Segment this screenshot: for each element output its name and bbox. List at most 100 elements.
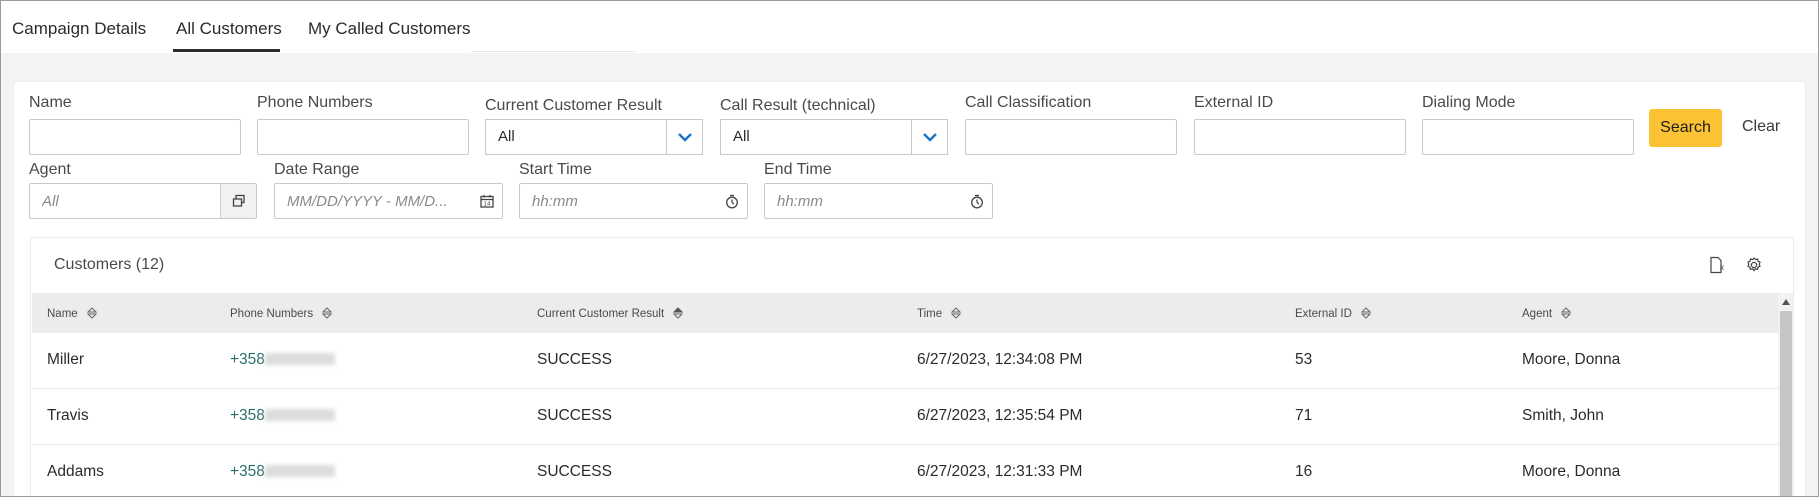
clear-button[interactable]: Clear (1742, 118, 1780, 136)
current-customer-result-select[interactable]: All (485, 119, 703, 155)
clock-icon[interactable] (725, 194, 739, 209)
name-input[interactable] (29, 119, 241, 155)
cell-name: Travis (47, 407, 89, 424)
column-header-label: Current Customer Result (537, 308, 665, 320)
calendar-icon[interactable]: 14 (480, 194, 494, 208)
table-row[interactable]: Travis +358 SUCCESS 6/27/2023, 12:35:54 … (32, 389, 1778, 445)
chevron-down-icon (923, 133, 937, 142)
tab-bar: Campaign Details All Customers My Called… (1, 1, 1818, 53)
dropdown-toggle[interactable] (666, 120, 702, 154)
cell-name: Miller (47, 351, 85, 368)
dialing-mode-label: Dialing Mode (1422, 94, 1516, 111)
column-header-phone-numbers[interactable]: Phone Numbers (230, 307, 333, 320)
dropdown-toggle[interactable] (911, 120, 947, 154)
cell-external-id: 16 (1295, 463, 1313, 480)
column-header-label: Phone Numbers (230, 308, 314, 320)
call-classification-input[interactable] (965, 119, 1177, 155)
cell-time: 6/27/2023, 12:31:33 PM (917, 463, 1083, 480)
column-header-name[interactable]: Name (47, 307, 97, 320)
phone-prefix: +358 (230, 463, 265, 480)
call-result-value: All (733, 128, 750, 145)
start-time-placeholder: hh:mm (532, 193, 578, 210)
table-row[interactable]: Addams +358 SUCCESS 6/27/2023, 12:31:33 … (32, 445, 1778, 496)
redacted-number (264, 353, 335, 365)
redacted-number (264, 409, 335, 421)
app-frame: Campaign Details All Customers My Called… (0, 0, 1819, 497)
cell-result: SUCCESS (537, 407, 612, 424)
export-excel-icon[interactable]: x (1708, 256, 1726, 274)
name-label: Name (29, 94, 72, 111)
gear-icon[interactable] (1745, 256, 1763, 274)
call-result-select[interactable]: All (720, 119, 948, 155)
cell-agent: Smith, John (1522, 407, 1604, 424)
cell-phone[interactable]: +358 (230, 463, 335, 481)
sort-icon (1361, 307, 1372, 319)
agent-picker-button[interactable] (220, 184, 256, 218)
chevron-down-icon (678, 133, 692, 142)
column-header-label: Name (47, 308, 78, 320)
external-id-label: External ID (1194, 94, 1274, 111)
table-row[interactable]: Miller +358 SUCCESS 6/27/2023, 12:34:08 … (32, 333, 1778, 389)
agent-label: Agent (29, 161, 71, 178)
call-result-label: Call Result (technical) (720, 97, 876, 114)
sort-icon (322, 307, 333, 319)
date-range-placeholder: MM/DD/YYYY - MM/D... (287, 193, 448, 210)
scrollbar-thumb[interactable] (1780, 311, 1792, 496)
end-time-placeholder: hh:mm (777, 193, 823, 210)
agent-input[interactable]: All (29, 183, 257, 219)
cell-external-id: 71 (1295, 407, 1313, 424)
sort-icon (86, 307, 97, 319)
column-header-time[interactable]: Time (917, 307, 962, 320)
divider (471, 51, 636, 52)
cell-agent: Moore, Donna (1522, 351, 1621, 368)
cell-time: 6/27/2023, 12:35:54 PM (917, 407, 1083, 424)
phone-prefix: +358 (230, 407, 265, 424)
open-window-icon (232, 194, 245, 207)
cell-phone[interactable]: +358 (230, 351, 335, 369)
dialing-mode-input[interactable] (1422, 119, 1634, 155)
cell-time: 6/27/2023, 12:34:08 PM (917, 351, 1083, 368)
svg-text:x: x (1720, 263, 1725, 272)
external-id-input[interactable] (1194, 119, 1406, 155)
sort-icon (673, 307, 684, 319)
customers-title: Customers (12) (54, 256, 165, 273)
start-time-input[interactable]: hh:mm (519, 183, 748, 219)
customers-card: Customers (12) x Name Phone Numbers Curr… (30, 237, 1794, 496)
scroll-up-arrow-icon (1782, 299, 1790, 305)
phone-numbers-input[interactable] (257, 119, 469, 155)
sort-icon (951, 307, 962, 319)
end-time-input[interactable]: hh:mm (764, 183, 993, 219)
search-button[interactable]: Search (1649, 109, 1722, 147)
column-header-external-id[interactable]: External ID (1295, 307, 1372, 320)
date-range-label: Date Range (274, 161, 360, 178)
cell-result: SUCCESS (537, 351, 612, 368)
current-customer-result-value: All (498, 128, 515, 145)
column-header-label: Time (917, 308, 943, 320)
call-classification-label: Call Classification (965, 94, 1092, 111)
start-time-label: Start Time (519, 161, 592, 178)
tab-all-customers[interactable]: All Customers (176, 19, 282, 39)
clock-icon[interactable] (970, 194, 984, 209)
cell-name: Addams (47, 463, 104, 480)
tab-campaign-details[interactable]: Campaign Details (12, 19, 146, 39)
current-customer-result-label: Current Customer Result (485, 97, 662, 114)
cell-external-id: 53 (1295, 351, 1313, 368)
date-range-input[interactable]: MM/DD/YYYY - MM/D... 14 (274, 183, 503, 219)
column-header-agent[interactable]: Agent (1522, 307, 1572, 320)
column-header-current-customer-result[interactable]: Current Customer Result (537, 307, 684, 320)
tab-my-called-customers[interactable]: My Called Customers (308, 19, 471, 39)
cell-result: SUCCESS (537, 463, 612, 480)
agent-placeholder: All (42, 193, 59, 210)
table-scrollbar[interactable] (1778, 293, 1793, 496)
active-tab-indicator (173, 49, 280, 52)
table-header: Name Phone Numbers Current Customer Resu… (32, 293, 1778, 333)
redacted-number (264, 465, 335, 477)
phone-prefix: +358 (230, 351, 265, 368)
end-time-label: End Time (764, 161, 832, 178)
cell-phone[interactable]: +358 (230, 407, 335, 425)
sort-icon (1561, 307, 1572, 319)
column-header-label: External ID (1295, 308, 1352, 320)
column-header-label: Agent (1522, 308, 1553, 320)
cell-agent: Moore, Donna (1522, 463, 1621, 480)
phone-numbers-label: Phone Numbers (257, 94, 373, 111)
